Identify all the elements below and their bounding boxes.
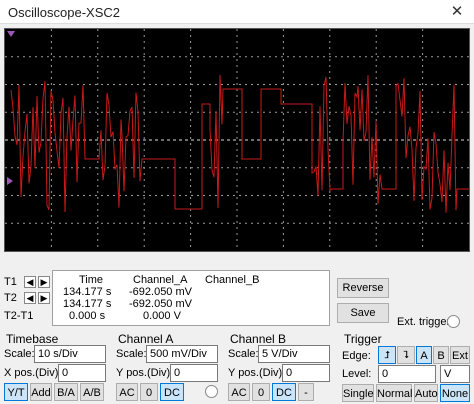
mode-yt-button[interactable]: Y/T <box>4 383 28 401</box>
timebase-xpos-label: X pos.(Div): <box>4 367 62 379</box>
readout-delta-channel-a: 0.000 V <box>143 310 181 322</box>
t1-right-arrow-icon[interactable]: ▶ <box>38 276 50 288</box>
channel-b-minus-button[interactable]: - <box>298 383 314 401</box>
readout-delta-time: 0.000 s <box>69 310 106 322</box>
channel-b-ypos-input[interactable]: 0 <box>282 364 330 382</box>
ext-trigger-label: Ext. trigger <box>397 316 451 328</box>
channel-a-zero-button[interactable]: 0 <box>140 383 158 401</box>
trigger-edge-label: Edge: <box>342 350 371 362</box>
t2-right-arrow-icon[interactable]: ▶ <box>38 292 50 304</box>
channel-a-input-terminal[interactable] <box>205 385 218 398</box>
ext-trigger-terminal[interactable] <box>447 315 460 328</box>
channel-a-group-label: Channel A <box>118 332 174 346</box>
cursor-controls: T1 ◀ ▶ T2 ◀ ▶ T2-T1 <box>4 270 52 322</box>
mode-add-button[interactable]: Add <box>30 383 52 401</box>
measurement-readout: Time Channel_A Channel_B 134.177 s -692.… <box>52 270 330 326</box>
trigger-single-button[interactable]: Single <box>342 384 374 402</box>
channel-a-ypos-input[interactable]: 0 <box>170 364 218 382</box>
channel-b-scale-label: Scale: <box>228 348 259 360</box>
readout-header-time: Time <box>79 274 104 286</box>
oscilloscope-screen[interactable] <box>4 28 470 252</box>
timebase-group-label: Timebase <box>6 332 59 346</box>
timebase-scale-input[interactable]: 10 s/Div <box>34 345 106 363</box>
cursor-t2-label: T2 <box>4 292 17 304</box>
channel-b-dc-button[interactable]: DC <box>272 383 296 401</box>
readout-t1-time: 134.177 s <box>63 286 112 298</box>
channel-a-dc-button[interactable]: DC <box>160 383 184 401</box>
t2-left-arrow-icon[interactable]: ◀ <box>24 292 36 304</box>
trigger-level-unit[interactable]: V <box>440 365 470 383</box>
title-bar: Oscilloscope-XSC2 ✕ <box>0 0 474 24</box>
channel-b-ac-button[interactable]: AC <box>228 383 250 401</box>
cursor-t1-marker[interactable] <box>7 31 15 37</box>
channel-b-zero-button[interactable]: 0 <box>252 383 270 401</box>
trigger-source-ext-button[interactable]: Ext <box>450 346 470 364</box>
readout-t1-channel-a: -692.050 mV <box>129 286 192 298</box>
cursor-delta-row: T2-T1 <box>4 310 52 324</box>
channel-a-scale-input[interactable]: 500 mV/Div <box>146 345 218 363</box>
readout-header-channel-a: Channel_A <box>133 274 188 286</box>
channel-b-ypos-label: Y pos.(Div): <box>228 367 286 379</box>
grid-lines <box>5 29 469 251</box>
close-icon[interactable]: ✕ <box>440 0 474 24</box>
window-title: Oscilloscope-XSC2 <box>8 5 120 20</box>
cursor-t2-row: T2 ◀ ▶ <box>4 292 52 306</box>
reverse-button[interactable]: Reverse <box>337 278 389 298</box>
channel-a-ground-marker <box>7 177 13 185</box>
readout-t2-time: 134.177 s <box>63 298 112 310</box>
channel-a-trace <box>10 74 469 213</box>
timebase-xpos-input[interactable]: 0 <box>58 364 106 382</box>
mode-ab-button[interactable]: A/B <box>80 383 104 401</box>
timebase-scale-label: Scale: <box>4 348 35 360</box>
readout-header-channel-b: Channel_B <box>205 274 260 286</box>
channel-a-scale-label: Scale: <box>116 348 147 360</box>
cursor-t1-row: T1 ◀ ▶ <box>4 276 52 290</box>
trigger-source-a-button[interactable]: A <box>416 346 432 364</box>
waveform-display <box>5 29 469 251</box>
trigger-level-input[interactable]: 0 <box>378 365 436 383</box>
readout-t2-channel-a: -692.050 mV <box>129 298 192 310</box>
trigger-none-button[interactable]: None <box>440 384 470 402</box>
save-button[interactable]: Save <box>337 303 389 323</box>
trigger-auto-button[interactable]: Auto <box>414 384 438 402</box>
cursor-delta-label: T2-T1 <box>4 310 34 322</box>
trigger-level-label: Level: <box>342 368 372 380</box>
channel-a-ac-button[interactable]: AC <box>116 383 138 401</box>
trigger-normal-button[interactable]: Normal <box>376 384 412 402</box>
t1-left-arrow-icon[interactable]: ◀ <box>24 276 36 288</box>
trigger-group-label: Trigger <box>344 332 382 346</box>
channel-b-group-label: Channel B <box>230 332 287 346</box>
mode-ba-button[interactable]: B/A <box>54 383 78 401</box>
trigger-source-b-button[interactable]: B <box>433 346 449 364</box>
rising-edge-icon[interactable]: ⮥ <box>378 346 396 364</box>
channel-a-ypos-label: Y pos.(Div): <box>116 367 174 379</box>
cursor-t1-label: T1 <box>4 276 17 288</box>
falling-edge-icon[interactable]: ⮧ <box>397 346 415 364</box>
channel-b-scale-input[interactable]: 5 V/Div <box>258 345 330 363</box>
